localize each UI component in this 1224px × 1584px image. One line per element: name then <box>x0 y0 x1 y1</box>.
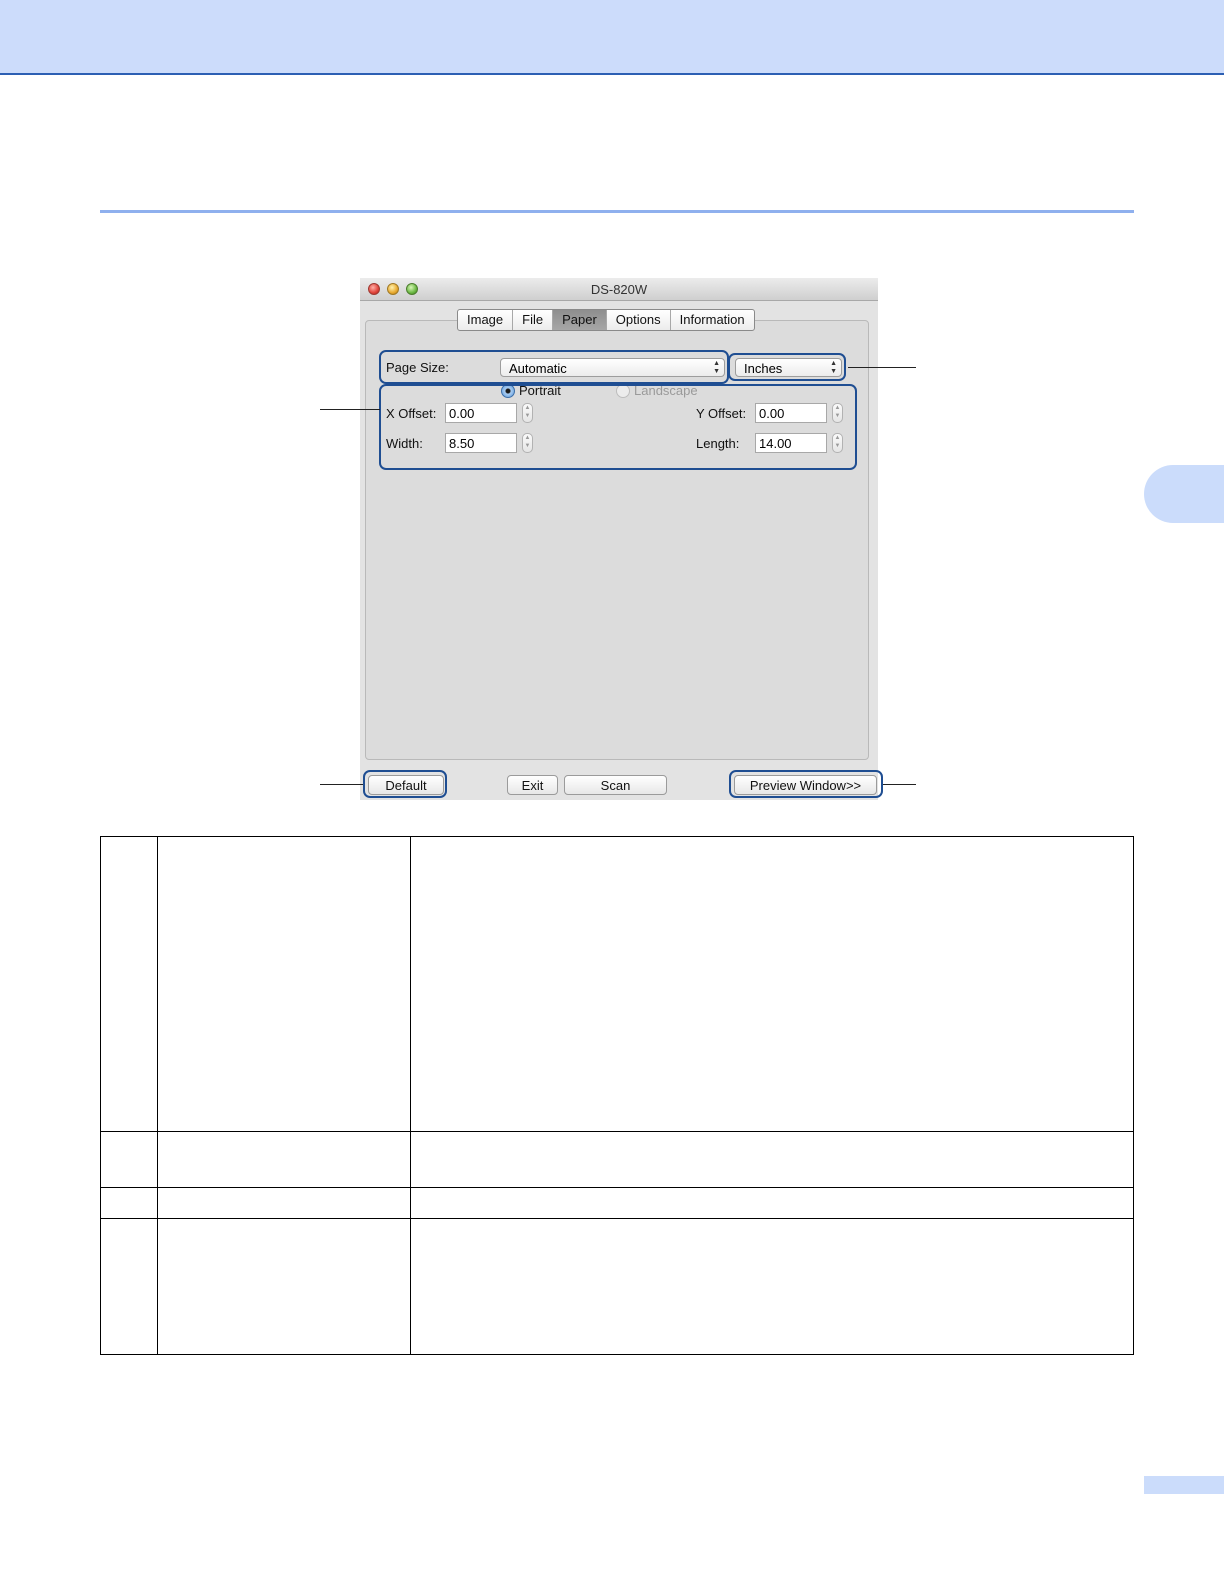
tab-options[interactable]: Options <box>607 310 671 330</box>
preview-highlight <box>729 770 883 798</box>
table-row <box>100 1187 1134 1219</box>
default-highlight <box>363 770 447 798</box>
units-highlight <box>728 353 846 381</box>
scan-button[interactable]: Scan <box>564 775 667 795</box>
callout-line-units <box>848 367 916 368</box>
chapter-tab <box>1144 465 1224 523</box>
table-row <box>100 1131 1134 1188</box>
dimensions-highlight <box>379 384 857 470</box>
description-table <box>100 836 1134 1355</box>
tab-image[interactable]: Image <box>458 310 514 330</box>
callout-line-default <box>320 784 363 785</box>
page-number-tab <box>1144 1476 1224 1494</box>
page-size-highlight <box>379 350 729 384</box>
callout-line-dimensions <box>320 409 380 410</box>
table-row <box>100 836 1134 1132</box>
tab-paper[interactable]: Paper <box>553 310 607 330</box>
tab-file[interactable]: File <box>513 310 554 330</box>
section-rule <box>100 210 1134 213</box>
exit-button[interactable]: Exit <box>507 775 558 795</box>
tab-information[interactable]: Information <box>671 310 754 330</box>
window-title: DS-820W <box>590 282 648 297</box>
callout-line-preview <box>883 784 916 785</box>
page-header-band <box>0 0 1224 75</box>
title-bar[interactable]: DS-820W <box>360 278 878 301</box>
table-row <box>100 1218 1134 1355</box>
tab-bar: Image File Paper Options Information <box>457 309 755 331</box>
